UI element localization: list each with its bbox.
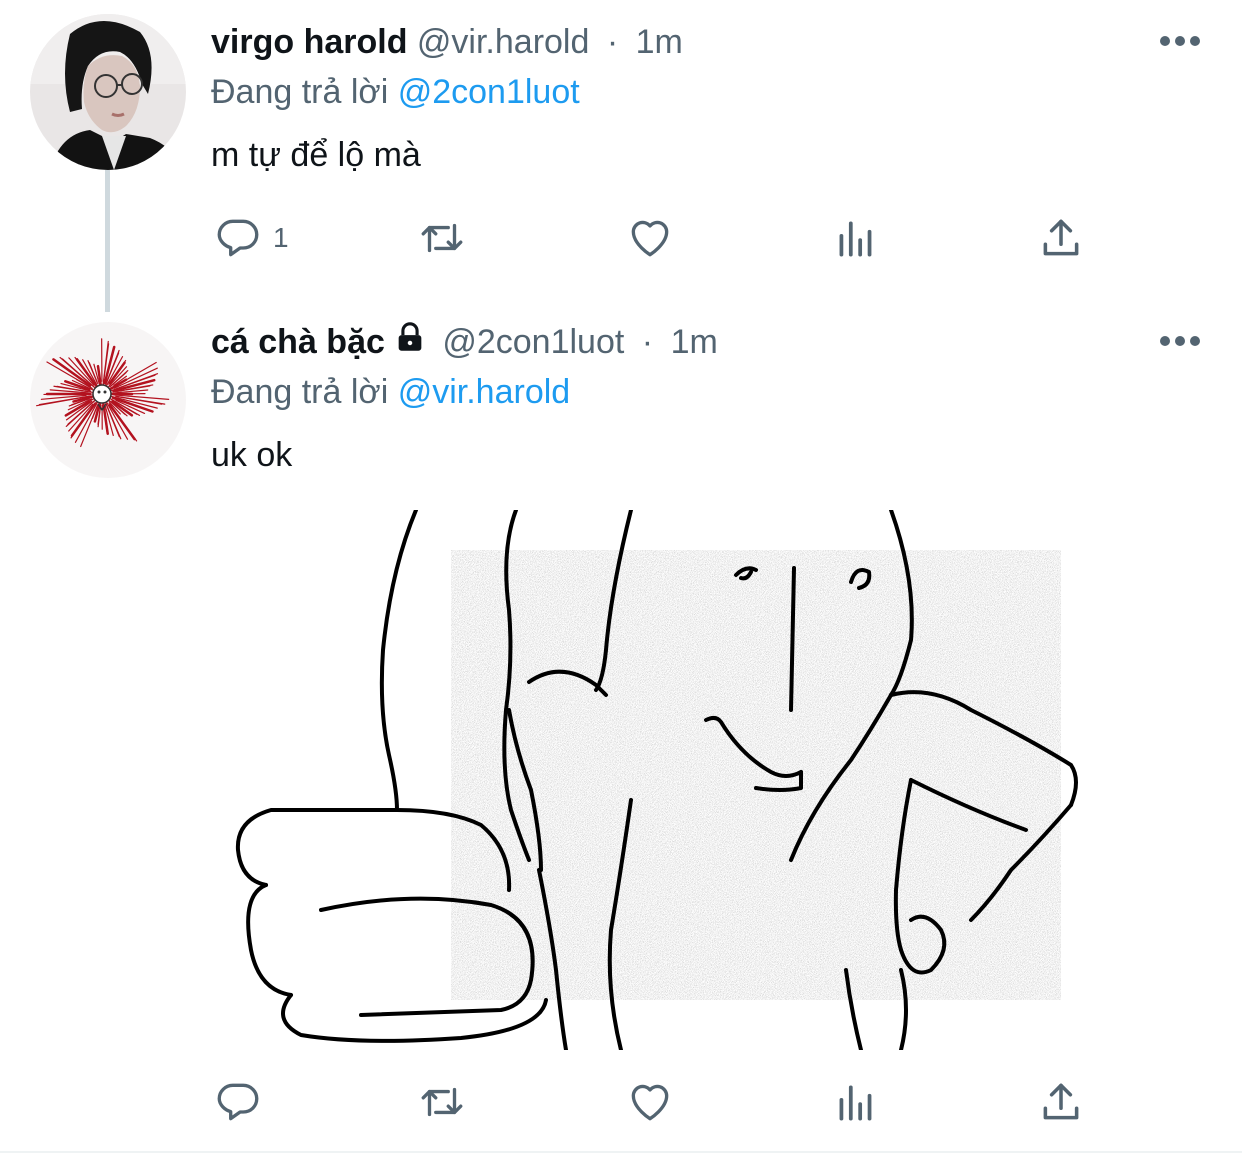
more-icon-dot [1175, 36, 1185, 46]
more-icon [1160, 336, 1170, 346]
more-icon [1160, 36, 1170, 46]
retweet-icon [421, 1087, 463, 1117]
timestamp[interactable]: 1m [671, 323, 718, 361]
avatar[interactable] [30, 14, 186, 170]
display-name[interactable]: cá chà bặc [211, 323, 385, 361]
analytics-button[interactable] [831, 208, 881, 268]
heart-icon [631, 1084, 669, 1121]
analytics-icon [839, 1085, 872, 1121]
timestamp[interactable]: 1m [636, 23, 683, 61]
share-icon [1043, 1083, 1079, 1120]
avatar[interactable] [30, 322, 186, 478]
tweet-image[interactable] [211, 510, 1231, 1050]
retweet-button[interactable] [417, 1072, 467, 1132]
share-button[interactable] [1036, 208, 1086, 268]
replying-to: Đang trả lời @vir.harold [211, 370, 570, 414]
retweet-icon [421, 223, 463, 253]
tweet[interactable]: virgo harold @vir.harold · 1m Đang trả l… [0, 0, 1242, 312]
reply-count: 1 [273, 222, 289, 253]
reply-mention-link[interactable]: @2con1luot [398, 73, 580, 111]
heart-icon [631, 220, 669, 257]
reply-icon [217, 219, 259, 257]
tweet-text: m tự để lộ mà [211, 136, 421, 174]
action-bar: 1 [0, 208, 1242, 268]
reply-button[interactable] [213, 1072, 263, 1132]
more-icon-dot [1175, 336, 1185, 346]
user-handle[interactable]: @2con1luot [442, 323, 624, 361]
share-icon [1043, 219, 1079, 256]
share-button[interactable] [1036, 1072, 1086, 1132]
more-button[interactable] [1160, 336, 1200, 348]
action-bar [0, 1072, 1242, 1132]
display-name[interactable]: virgo harold [211, 23, 407, 61]
separator-dot: · [641, 323, 654, 361]
tweet-header: cá chà bặc @2con1luot · 1m [211, 320, 718, 366]
like-button[interactable] [625, 1072, 675, 1132]
replying-to-label: Đang trả lời [211, 373, 389, 411]
like-button[interactable] [625, 208, 675, 268]
retweet-button[interactable] [417, 208, 467, 268]
user-handle[interactable]: @vir.harold [417, 23, 589, 61]
reply-icon [217, 1083, 259, 1121]
reply-mention-link[interactable]: @vir.harold [398, 373, 570, 411]
more-icon-dot [1190, 336, 1200, 346]
tweet-header: virgo harold @vir.harold · 1m [211, 20, 683, 64]
lock-icon [393, 321, 427, 366]
reply-button[interactable]: 1 [213, 208, 289, 268]
analytics-button[interactable] [831, 1072, 881, 1132]
replying-to-label: Đang trả lời [211, 73, 389, 111]
more-icon-dot [1190, 36, 1200, 46]
tweet[interactable]: cá chà bặc @2con1luot · 1m Đang trả lời … [0, 312, 1242, 1153]
analytics-icon [839, 221, 872, 257]
separator-dot: · [606, 23, 619, 61]
more-button[interactable] [1160, 36, 1200, 48]
replying-to: Đang trả lời @2con1luot [211, 70, 580, 114]
tweet-text: uk ok [211, 436, 293, 474]
